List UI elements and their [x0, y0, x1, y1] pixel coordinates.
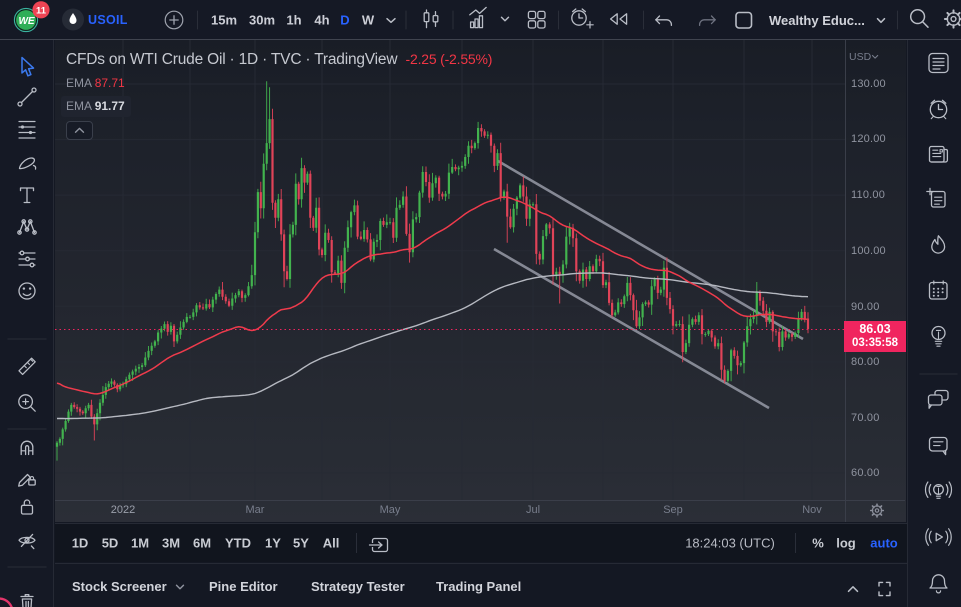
svg-text:WE: WE	[18, 16, 34, 27]
svg-text:11: 11	[36, 6, 47, 17]
